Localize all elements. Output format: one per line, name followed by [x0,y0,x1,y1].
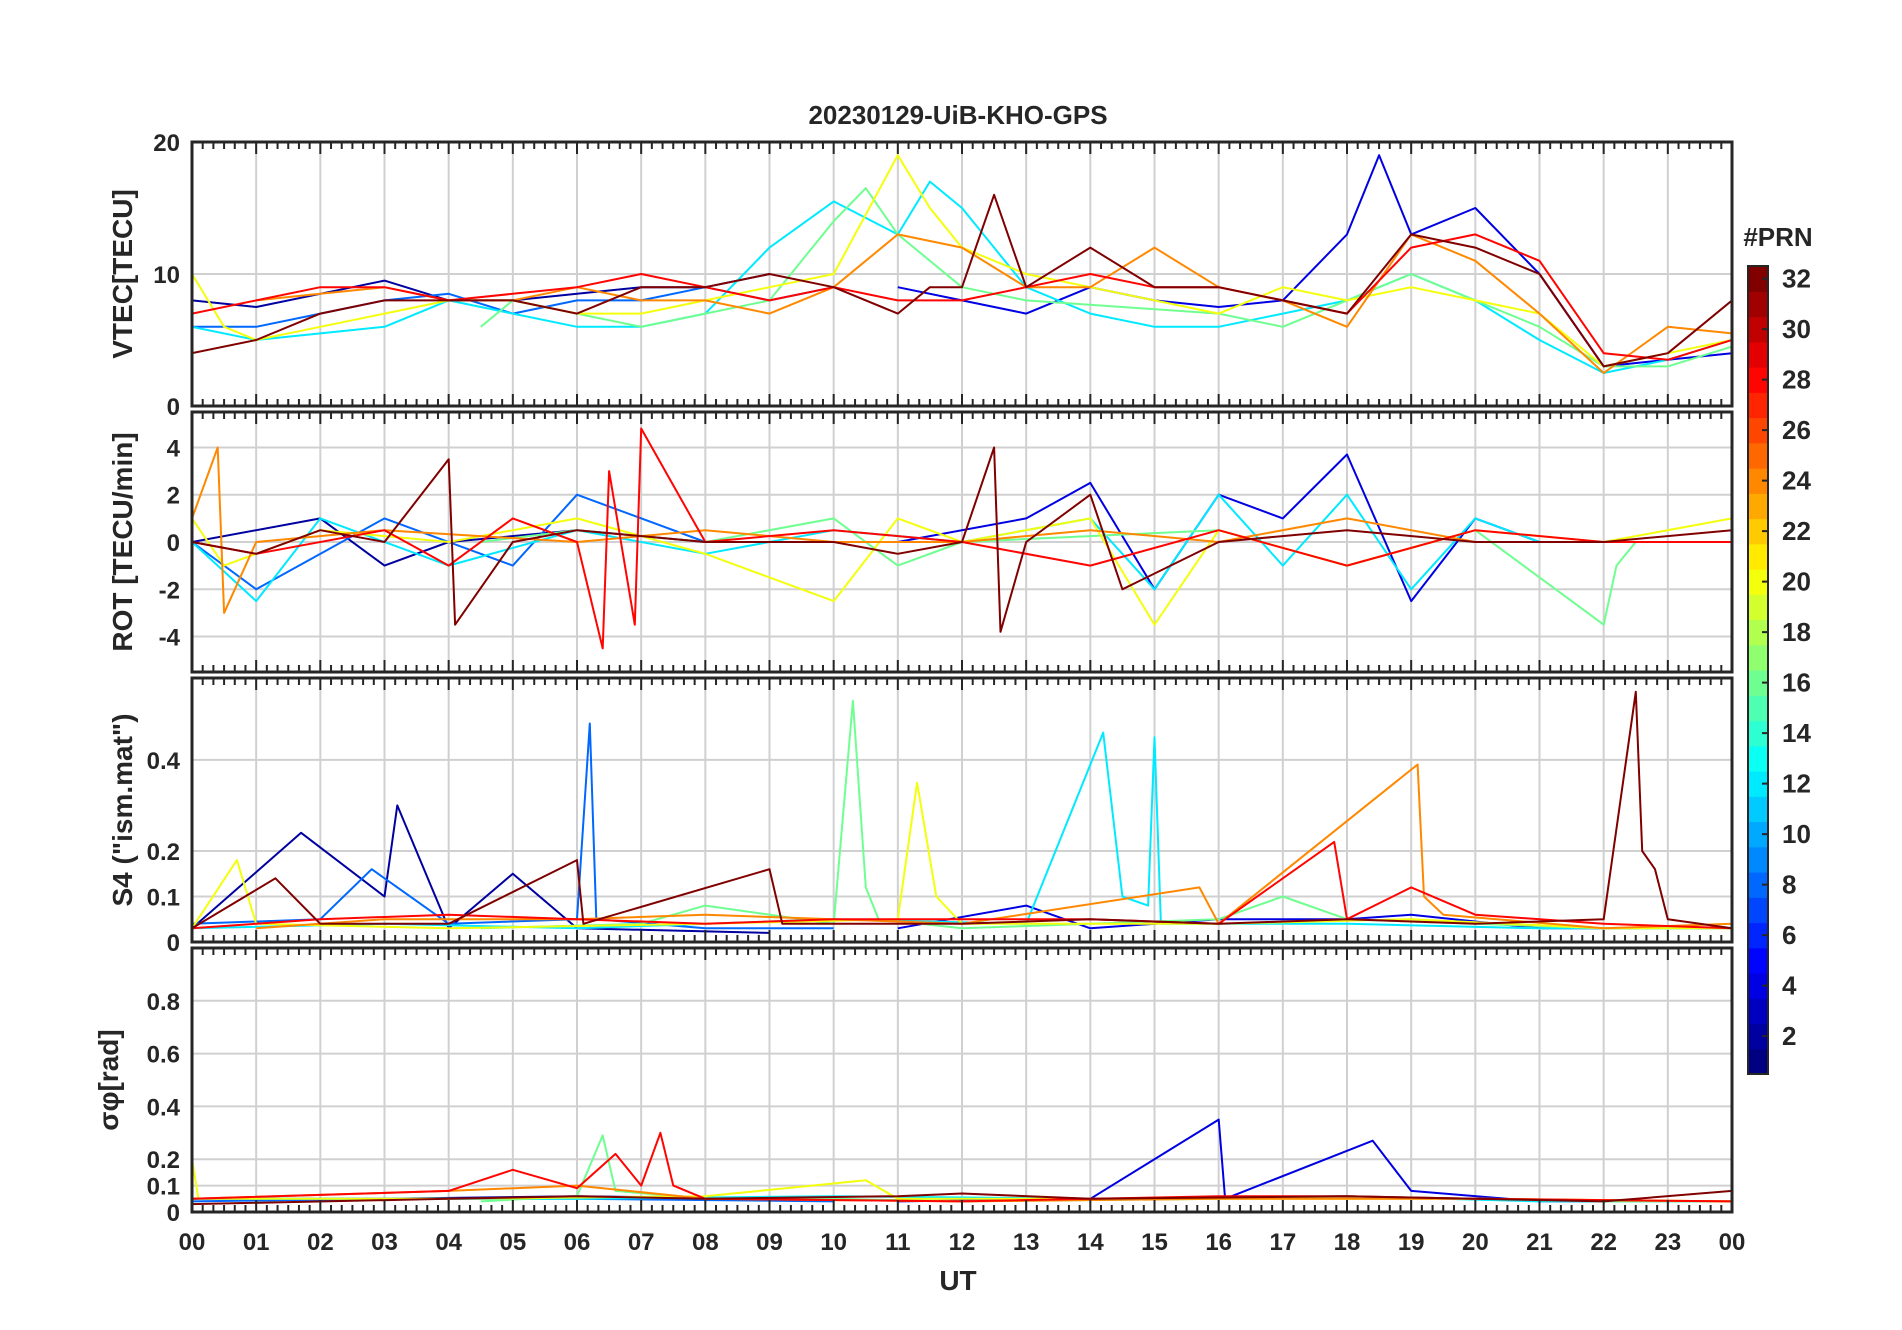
sigphi-ytick-label: 0 [167,1200,180,1227]
colorbar-tick-label: 22 [1782,516,1811,546]
x-tick-label: 20 [1462,1229,1489,1256]
x-tick-label: 11 [885,1229,910,1256]
colorbar-tick-label: 32 [1782,264,1811,294]
colorbar-tick-label: 10 [1782,819,1811,849]
x-tick-label: 15 [1141,1229,1168,1256]
x-axis-label: UT [939,1265,976,1296]
x-tick-label: 22 [1590,1229,1617,1256]
x-tick-label: 17 [1269,1229,1296,1256]
colorbar-tick-label: 4 [1782,971,1797,1001]
colorbar-swatch [1748,644,1768,671]
colorbar-tick-label: 2 [1782,1021,1796,1051]
x-tick-label: 21 [1526,1229,1553,1256]
x-tick-label: 05 [499,1229,526,1256]
colorbar-title: #PRN [1743,222,1812,252]
x-tick-label: 03 [371,1229,398,1256]
colorbar-tick-label: 14 [1782,718,1811,748]
colorbar-tick-label: 28 [1782,365,1811,395]
colorbar-swatch [1748,341,1768,368]
sigphi-ytick-label: 0.4 [147,1094,181,1121]
colorbar-swatch [1748,1048,1768,1075]
colorbar-tick-label: 24 [1782,466,1811,496]
sigphi-ylabel: σφ[rad] [93,1029,124,1130]
colorbar-swatch [1748,796,1768,823]
colorbar-swatch [1748,442,1768,469]
x-tick-label: 18 [1334,1229,1361,1256]
vtec-ylabel: VTEC[TECU] [107,189,138,359]
colorbar-swatch [1748,897,1768,924]
sigphi-ytick-label: 0.8 [147,989,180,1016]
x-tick-label: 12 [949,1229,976,1256]
vtec-ytick-label: 10 [153,262,180,289]
x-tick-label: 16 [1205,1229,1232,1256]
colorbar-tick-label: 18 [1782,617,1811,647]
colorbar-swatch [1748,594,1768,621]
s4-ytick-label: 0.2 [147,839,180,866]
colorbar-swatch [1748,291,1768,318]
sigphi-ytick-label: 0.6 [147,1042,180,1069]
x-tick-label: 02 [307,1229,334,1256]
colorbar-tick-label: 16 [1782,668,1811,698]
s4-ytick-label: 0.1 [147,884,180,911]
s4-ylabel: S4 ("ism.mat") [107,713,138,906]
rot-ylabel: ROT [TECU/min] [107,432,138,651]
colorbar-swatch [1748,846,1768,873]
colorbar-swatch [1748,392,1768,419]
sigphi-ytick-label: 0.2 [147,1147,180,1174]
x-tick-label: 00 [1719,1229,1746,1256]
vtec-ytick-label: 0 [167,394,180,421]
x-tick-label: 14 [1077,1229,1104,1256]
colorbar-swatch [1748,998,1768,1025]
rot-ytick-label: -4 [159,625,181,652]
x-tick-label: 07 [628,1229,655,1256]
colorbar-swatch [1748,695,1768,722]
colorbar-swatch [1748,543,1768,570]
x-tick-label: 00 [179,1229,206,1256]
x-tick-label: 13 [1013,1229,1040,1256]
rot-ytick-label: 4 [167,435,181,462]
colorbar-tick-label: 6 [1782,920,1796,950]
figure: 20230129-UiB-KHO-GPS 01020VTEC[TECU] -4-… [0,0,1902,1330]
rot-ytick-label: -2 [159,577,180,604]
colorbar-tick-label: 20 [1782,567,1811,597]
colorbar-tick-label: 30 [1782,314,1811,344]
vtec-ytick-label: 20 [153,130,180,157]
x-tick-label: 04 [435,1229,462,1256]
colorbar-tick-label: 26 [1782,415,1811,445]
x-tick-label: 23 [1654,1229,1681,1256]
s4-ytick-label: 0 [167,930,180,957]
sigphi-ytick-label: 0.1 [147,1174,180,1201]
colorbar-tick-label: 8 [1782,870,1796,900]
colorbar-tick-label: 12 [1782,769,1811,799]
x-tick-label: 09 [756,1229,783,1256]
chart-title: 20230129-UiB-KHO-GPS [808,100,1107,130]
rot-ytick-label: 0 [167,530,180,557]
s4-ytick-label: 0.4 [147,748,181,775]
colorbar-swatch [1748,745,1768,772]
x-tick-label: 10 [820,1229,847,1256]
x-tick-label: 01 [243,1229,270,1256]
colorbar-swatch [1748,493,1768,520]
x-tick-label: 08 [692,1229,719,1256]
x-tick-label: 06 [564,1229,591,1256]
rot-ytick-label: 2 [167,483,180,510]
colorbar-swatch [1748,947,1768,974]
x-tick-label: 19 [1398,1229,1425,1256]
